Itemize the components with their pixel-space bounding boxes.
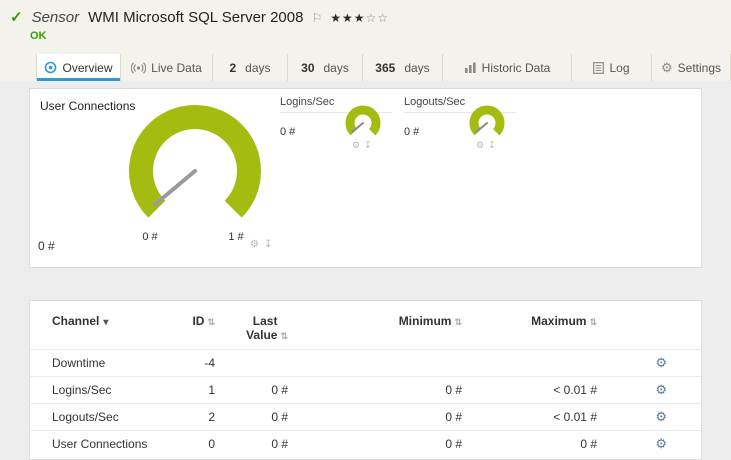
stars-empty[interactable]: ☆☆	[366, 11, 390, 25]
sensor-header: ✓ Sensor WMI Microsoft SQL Server 2008 ⚐…	[0, 0, 731, 54]
col-minimum[interactable]: Minimum ⇅	[288, 314, 462, 349]
tab-log[interactable]: Log	[572, 54, 652, 81]
dropdown-icon[interactable]: ▾	[103, 317, 108, 328]
gauge-needle	[153, 169, 197, 207]
channel-id: 1	[208, 383, 215, 397]
sensor-body: User Connections 0 # 1 # 0 # ⚙ ↧ Logins/…	[0, 81, 731, 460]
stars-filled[interactable]: ★★★	[330, 11, 365, 25]
channel-last-value: 0 #	[271, 410, 288, 424]
live-data-icon	[131, 61, 147, 74]
channel-id: -4	[204, 356, 215, 370]
tab-2-days[interactable]: 2 days	[213, 54, 288, 81]
channel-minimum: 0 #	[445, 410, 462, 424]
overview-icon	[44, 61, 57, 74]
gauges-panel: User Connections 0 # 1 # 0 # ⚙ ↧ Logins/…	[29, 88, 702, 268]
tab-label: Log	[609, 60, 630, 75]
col-label: Channel	[52, 314, 100, 328]
gauge-arc	[345, 105, 381, 136]
channel-id: 0	[208, 437, 215, 451]
channel-settings-icon[interactable]: ⚙	[655, 355, 667, 370]
logins-gauge	[345, 105, 381, 136]
tab-30-days[interactable]: 30 days	[288, 54, 363, 81]
download-icon[interactable]: ↧	[364, 140, 372, 151]
channel-last-value: 0 #	[271, 383, 288, 397]
channel-settings-icon[interactable]: ⚙	[655, 436, 667, 451]
status-badge: OK	[30, 30, 47, 42]
channels-table: Channel ▾ ID ⇅ Last Value ⇅ Minimum ⇅ Maximu…	[29, 300, 702, 460]
tab-historic-data[interactable]: Historic Data	[443, 54, 572, 81]
tab-label: days	[404, 60, 430, 75]
historic-data-icon	[464, 62, 477, 74]
log-icon	[593, 61, 605, 74]
tab-label: Overview	[62, 60, 113, 75]
col-label: Maximum	[531, 314, 587, 328]
table-row[interactable]: Logouts/Sec 2 0 # 0 # < 0.01 # ⚙	[30, 403, 701, 430]
col-channel[interactable]: Channel ▾	[52, 314, 162, 349]
settings-gear-icon: ⚙	[660, 59, 673, 75]
col-label: Minimum	[398, 314, 452, 328]
col-id[interactable]: ID ⇅	[162, 314, 215, 349]
tab-label: Live Data	[151, 60, 202, 75]
channel-name[interactable]: User Connections	[52, 437, 162, 451]
col-label: ID	[192, 314, 205, 328]
sensor-title: WMI Microsoft SQL Server 2008	[88, 9, 304, 26]
flag-icon[interactable]: ⚐	[311, 11, 322, 25]
tab-365-days[interactable]: 365 days	[363, 54, 443, 81]
sort-icon[interactable]: ⇅	[589, 317, 597, 327]
tab-label-number: 2	[229, 60, 237, 75]
channel-minimum: 0 #	[445, 383, 462, 397]
tab-label-number: 365	[375, 60, 396, 75]
table-row[interactable]: Downtime -4 ⚙	[30, 349, 701, 376]
channel-name[interactable]: Logouts/Sec	[52, 410, 162, 424]
gauge-current-value: 0 #	[38, 239, 55, 253]
col-last-value[interactable]: Last Value ⇅	[215, 314, 288, 349]
table-row[interactable]: Logins/Sec 1 0 # 0 # < 0.01 # ⚙	[30, 376, 701, 403]
logins-gauge-section: Logins/Sec 0 # ⚙ ↧	[280, 96, 398, 166]
mini-gauge-value: 0 #	[404, 126, 420, 138]
status-check-icon: ✓	[10, 9, 23, 26]
download-icon[interactable]: ↧	[488, 140, 496, 151]
logouts-gauge-section: Logouts/Sec 0 # ⚙ ↧	[404, 96, 522, 166]
channel-maximum: 0 #	[580, 437, 597, 451]
tab-label-number: 30	[301, 60, 315, 75]
table-header-row: Channel ▾ ID ⇅ Last Value ⇅ Minimum ⇅ Maximu…	[30, 301, 701, 349]
tab-live-data[interactable]: Live Data	[121, 54, 213, 81]
channel-minimum: 0 #	[445, 437, 462, 451]
tab-label: Historic Data	[481, 60, 551, 75]
tab-label: days	[323, 60, 349, 75]
channel-name[interactable]: Logins/Sec	[52, 383, 162, 397]
gauge-arc	[129, 105, 261, 218]
col-actions	[597, 314, 679, 349]
gear-icon[interactable]: ⚙	[476, 140, 484, 151]
tab-label: Settings	[677, 60, 721, 75]
col-maximum[interactable]: Maximum ⇅	[462, 314, 597, 349]
channel-name[interactable]: Downtime	[52, 356, 162, 370]
gauge-scale-min: 0 #	[142, 231, 158, 243]
logouts-gauge	[469, 105, 505, 136]
user-connections-gauge	[129, 105, 261, 218]
priority-stars[interactable]: ★★★☆☆	[330, 11, 389, 25]
channel-settings-icon[interactable]: ⚙	[655, 382, 667, 397]
tab-settings[interactable]: ⚙ Settings	[652, 54, 731, 81]
channel-maximum: < 0.01 #	[553, 410, 597, 424]
mini-gauge-value: 0 #	[280, 126, 296, 138]
channel-settings-icon[interactable]: ⚙	[655, 409, 667, 424]
channel-id: 2	[208, 410, 215, 424]
channel-maximum: < 0.01 #	[553, 383, 597, 397]
table-row[interactable]: User Connections 0 0 # 0 # 0 # ⚙	[30, 430, 701, 457]
sort-icon[interactable]: ⇅	[454, 317, 462, 327]
tab-overview[interactable]: Overview	[36, 54, 121, 81]
gauge-scale-max: 1 #	[228, 231, 244, 243]
object-kind-label: Sensor	[31, 9, 80, 26]
sort-icon[interactable]: ⇅	[280, 331, 288, 341]
download-icon[interactable]: ↧	[264, 239, 272, 250]
tab-bar: Overview Live Data 2 days 30 days 365 da…	[0, 54, 731, 81]
sort-icon[interactable]: ⇅	[207, 317, 215, 327]
tab-label: days	[245, 60, 271, 75]
col-label: Last Value	[246, 314, 278, 342]
gear-icon[interactable]: ⚙	[352, 140, 360, 151]
channel-last-value: 0 #	[271, 437, 288, 451]
gauge-arc	[469, 105, 505, 136]
gear-icon[interactable]: ⚙	[250, 239, 259, 250]
